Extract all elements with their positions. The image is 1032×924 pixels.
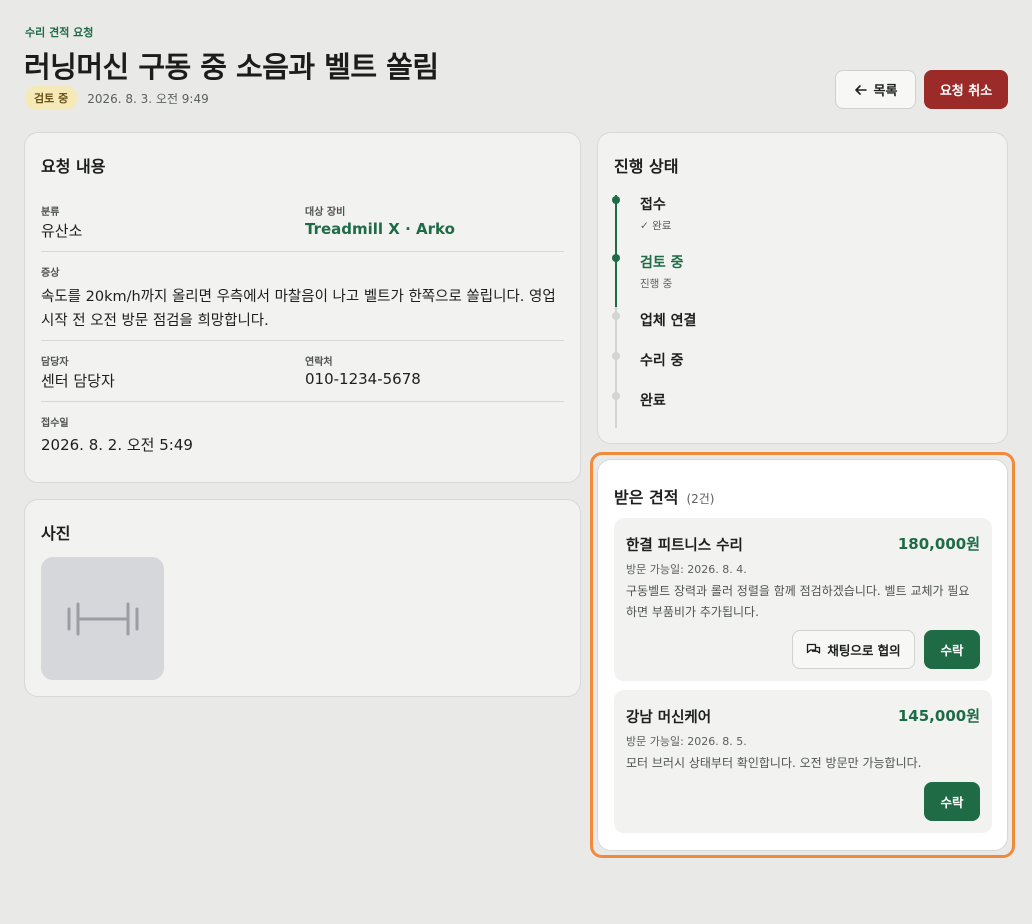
quote-description: 구동벨트 장력과 롤러 정렬을 함께 점검하겠습니다. 벨트 교체가 필요하면 … <box>626 584 970 619</box>
page-title: 러닝머신 구동 중 소음과 벨트 쏠림 <box>24 50 439 84</box>
manager-label: 담당자 <box>41 357 69 368</box>
manager-value: 센터 담당자 <box>41 372 115 390</box>
step-dot <box>612 312 620 320</box>
quote-item: 한결 피트니스 수리 180,000원 방문 가능일: 2026. 8. 4. … <box>614 518 992 681</box>
progress-title: 진행 상태 <box>614 157 679 176</box>
photos-title: 사진 <box>41 524 71 543</box>
divider <box>41 251 564 252</box>
chat-bubbles-icon <box>807 643 821 654</box>
step-dot <box>612 254 620 262</box>
photos-card: 사진 <box>24 499 581 697</box>
quote-visit-date: 방문 가능일: 2026. 8. 5. <box>626 735 747 748</box>
quotes-header: 받은 견적 (2건) <box>614 484 715 508</box>
contact-value: 010-1234-5678 <box>305 370 421 388</box>
chat-negotiate-button[interactable]: 채팅으로 협의 <box>792 630 915 669</box>
progress-track-complete <box>615 195 617 307</box>
quote-item: 강남 머신케어 145,000원 방문 가능일: 2026. 8. 5. 모터 … <box>614 690 992 833</box>
received-value: 2026. 8. 2. 오전 5:49 <box>41 436 193 454</box>
dumbbell-icon <box>67 602 138 635</box>
step-dot <box>612 196 620 204</box>
quote-price: 180,000원 <box>897 535 980 553</box>
step-dot <box>612 392 620 400</box>
arrow-left-icon <box>854 84 867 95</box>
symptom-value: 속도를 20km/h까지 올리면 우측에서 마찰음이 나고 벨트가 한쪽으로 쏠… <box>41 289 556 329</box>
divider <box>41 401 564 402</box>
quotes-card: 받은 견적 (2건) 한결 피트니스 수리 180,000원 방문 가능일: 2… <box>597 459 1008 851</box>
equipment-value: Treadmill X · Arko <box>305 220 455 238</box>
chat-button-label: 채팅으로 협의 <box>827 643 901 658</box>
received-label: 접수일 <box>41 418 69 429</box>
request-meta: 검토 중 2026. 8. 3. 오전 9:49 <box>25 86 209 110</box>
status-badge: 검토 중 <box>25 86 78 110</box>
step-dot <box>612 352 620 360</box>
request-details-card: 요청 내용 분류 유산소 대상 장비 Treadmill X · Arko 증상… <box>24 132 581 483</box>
quote-visit-date: 방문 가능일: 2026. 8. 4. <box>626 563 747 576</box>
back-to-list-button[interactable]: 목록 <box>835 70 916 109</box>
quote-vendor: 한결 피트니스 수리 <box>626 538 743 554</box>
accept-quote-button[interactable]: 수락 <box>924 782 980 821</box>
quotes-count: (2건) <box>686 492 715 506</box>
request-details-title: 요청 내용 <box>41 157 106 176</box>
quote-price: 145,000원 <box>897 707 980 725</box>
page-eyebrow: 수리 견적 요청 <box>25 26 94 39</box>
step-vendor-matched: 업체 연결 <box>640 313 697 329</box>
symptom-label: 증상 <box>41 268 60 279</box>
progress-card: 진행 상태 접수 ✓ 완료 검토 중 진행 중 업체 연결 수리 중 완료 <box>597 132 1008 444</box>
photo-thumbnail[interactable] <box>41 557 164 680</box>
category-value: 유산소 <box>41 222 83 240</box>
step-received: 접수 <box>640 197 666 213</box>
accept-quote-button[interactable]: 수락 <box>924 630 980 669</box>
equipment-label: 대상 장비 <box>305 207 346 218</box>
contact-label: 연락처 <box>305 357 333 368</box>
step-completed: 완료 <box>640 393 666 409</box>
category-label: 분류 <box>41 207 60 218</box>
divider <box>41 340 564 341</box>
step-repairing: 수리 중 <box>640 353 684 369</box>
step-reviewing-sub: 진행 중 <box>640 278 673 290</box>
back-button-label: 목록 <box>873 84 898 99</box>
quotes-title: 받은 견적 <box>614 488 679 507</box>
cancel-request-button[interactable]: 요청 취소 <box>924 70 1008 109</box>
step-received-sub: ✓ 완료 <box>640 220 672 232</box>
created-at: 2026. 8. 3. 오전 9:49 <box>87 91 209 106</box>
quote-vendor: 강남 머신케어 <box>626 710 712 726</box>
step-reviewing: 검토 중 <box>640 255 684 271</box>
quote-description: 모터 브러시 상태부터 확인합니다. 오전 방문만 가능합니다. <box>626 756 922 770</box>
